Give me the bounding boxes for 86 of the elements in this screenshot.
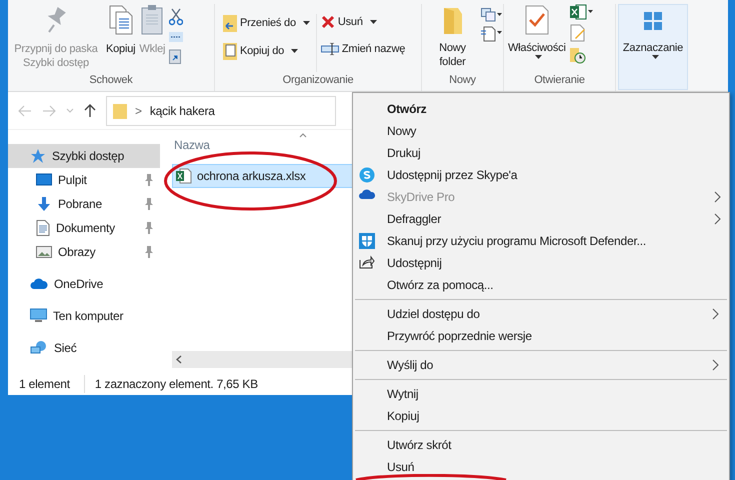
paste-shortcut-icon[interactable]: [169, 48, 182, 64]
folder-icon: [113, 102, 127, 118]
caret-icon: [370, 20, 377, 24]
edit-icon[interactable]: [570, 24, 586, 42]
clipboard-icon: [140, 4, 164, 36]
network-icon: [30, 340, 48, 356]
nav-item[interactable]: Obrazy: [8, 240, 160, 264]
path-separator: >: [135, 102, 142, 120]
properties-button[interactable]: Właściwości: [508, 4, 566, 72]
rename-icon: [320, 42, 339, 55]
menu-item[interactable]: Udziel dostępu do: [355, 303, 727, 325]
checkmark-document-icon: [524, 4, 549, 36]
menu-item[interactable]: Usuń: [355, 456, 727, 478]
chevron-right-icon: [714, 191, 721, 203]
menu-item[interactable]: Przywróć poprzednie wersje: [355, 325, 727, 347]
group-label: Otwieranie: [533, 72, 586, 88]
menu-item[interactable]: Wytnij: [355, 383, 727, 405]
chevron-right-icon: [712, 359, 719, 371]
pin-icon[interactable]: [144, 174, 154, 186]
menu-item[interactable]: Udostępnij: [353, 252, 729, 274]
close-icon: [320, 15, 335, 30]
excel-file-icon: [176, 168, 192, 184]
path-text: kącik hakera: [150, 102, 215, 120]
address-bar[interactable]: > kącik hakera: [106, 96, 336, 126]
scissors-icon[interactable]: [169, 8, 184, 26]
menu-item[interactable]: Wyślij do: [355, 354, 727, 376]
group-label: Organizowanie: [282, 72, 354, 88]
image-icon: [36, 245, 52, 259]
menu-item[interactable]: Otwórz za pomocą...: [353, 274, 729, 296]
history-icon[interactable]: [570, 46, 586, 64]
new-folder-button[interactable]: Nowy folder: [428, 4, 477, 72]
new-item-icon[interactable]: [481, 8, 503, 22]
sort-caret-icon[interactable]: [299, 133, 307, 138]
excel-icon[interactable]: [570, 4, 594, 20]
menu-item[interactable]: Otwórz: [353, 98, 729, 120]
pin-icon[interactable]: [144, 222, 154, 234]
ribbon-button[interactable]: Kopiuj do: [223, 42, 310, 60]
caret-icon: [291, 49, 298, 53]
nav-item[interactable]: Szybki dostęp: [8, 144, 160, 168]
group-label: Nowy: [448, 72, 477, 88]
ribbon-button[interactable]: Przenieś do: [223, 14, 310, 32]
cloud-icon: [359, 189, 375, 199]
share-icon: [359, 255, 375, 269]
nav-item[interactable]: Ten komputer: [8, 304, 160, 328]
cloud-icon: [30, 278, 48, 290]
shield-icon: [359, 233, 375, 249]
item-count: 1 element: [19, 376, 70, 392]
scroll-left-icon[interactable]: [176, 355, 182, 364]
menu-item[interactable]: Drukuj: [353, 142, 729, 164]
select-button[interactable]: Zaznaczanie: [618, 4, 688, 90]
menu-item[interactable]: Kopiuj: [355, 405, 727, 427]
chevron-right-icon: [714, 213, 721, 225]
computer-icon: [30, 308, 47, 324]
pin-icon[interactable]: [144, 246, 154, 258]
ribbon-button[interactable]: Zmień nazwę: [320, 40, 406, 57]
caret-icon: [302, 21, 310, 25]
easy-access-icon[interactable]: [481, 26, 503, 42]
copy-button[interactable]: Kopiuj: [106, 4, 136, 56]
copy-path-icon[interactable]: [169, 32, 184, 42]
copy-folder-icon: [223, 42, 237, 60]
caret-icon: [535, 55, 542, 59]
group-label: Schowek: [88, 72, 134, 88]
menu-item[interactable]: Nowy: [353, 120, 729, 142]
ribbon-button[interactable]: Usuń: [320, 14, 406, 30]
selection-info: 1 zaznaczony element. 7,65 KB: [84, 374, 258, 392]
menu-item[interactable]: Utwórz skrót: [355, 434, 727, 456]
nav-item[interactable]: Pobrane: [8, 192, 160, 216]
star-icon: [30, 148, 46, 164]
move-folder-icon: [223, 14, 237, 32]
up-arrow-icon[interactable]: [84, 104, 96, 118]
caret-icon: [652, 55, 658, 59]
menu-item[interactable]: Skanuj przy użyciu programu Microsoft Defender...: [353, 230, 729, 252]
desktop-icon: [36, 173, 52, 187]
menu-item[interactable]: Udostępnij przez Skype'a: [353, 164, 729, 186]
nav-item[interactable]: Pulpit: [8, 168, 160, 192]
document-icon: [36, 220, 50, 236]
nav-item[interactable]: OneDrive: [8, 272, 160, 296]
chevron-right-icon: [712, 308, 719, 320]
skype-icon: [359, 167, 375, 183]
nav-item[interactable]: Dokumenty: [8, 216, 160, 240]
copy-icon: [108, 4, 134, 36]
grid-icon: [643, 11, 663, 31]
download-arrow-icon: [36, 196, 52, 212]
menu-item[interactable]: Defraggler: [353, 208, 729, 230]
pin-icon[interactable]: [144, 198, 154, 210]
nav-item[interactable]: Sieć: [8, 336, 160, 360]
